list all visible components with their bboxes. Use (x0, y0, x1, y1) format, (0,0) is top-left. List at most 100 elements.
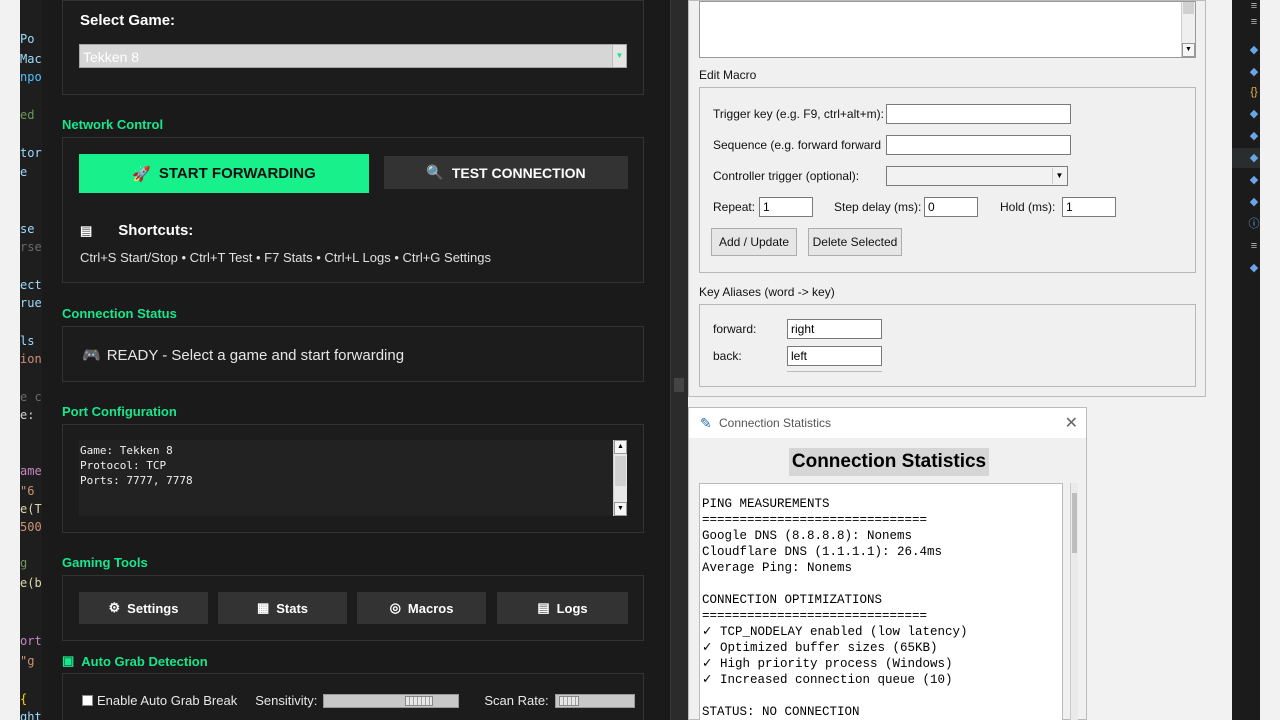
document-icon: ▤ (537, 600, 550, 615)
code-fragment: g (20, 556, 28, 570)
macro-editor-window: ▼ Edit Macro Trigger key (e.g. F9, ctrl+… (688, 0, 1206, 397)
port-config-textbox[interactable]: Game: Tekken 8 Protocol: TCP Ports: 7777… (79, 440, 627, 516)
sensitivity-slider[interactable] (323, 693, 460, 708)
test-connection-button[interactable]: 🔍 TEST CONNECTION (384, 156, 628, 189)
lines-icon: ≡ (1250, 240, 1258, 252)
alias-word-label: back: (713, 349, 742, 363)
rocket-icon: 🚀 (132, 165, 151, 183)
macros-label: Macros (407, 600, 454, 616)
code-fragment: ls (20, 334, 35, 348)
background-editor-right: ≡ ≡ ◆ ◆ {} ◆ ◆ ◆ ◆ ◆ ⓘ ≡ ◆ (1232, 0, 1260, 720)
alias-key-input[interactable]: left (787, 346, 882, 366)
stats-titlebar[interactable]: ✎ Connection Statistics ✕ (689, 408, 1086, 438)
add-update-button[interactable]: Add / Update (711, 228, 797, 256)
sensitivity-slider-knob[interactable] (405, 695, 434, 706)
controller-trigger-select[interactable]: ▼ (886, 166, 1068, 186)
separator-grip[interactable] (674, 378, 684, 392)
alias-word-label: forward: (713, 322, 757, 336)
pane-separator[interactable] (670, 0, 688, 720)
logs-label: Logs (556, 600, 588, 616)
scroll-down-icon[interactable]: ▼ (1182, 43, 1195, 57)
sequence-label: Sequence (e.g. forward forward (713, 138, 882, 152)
lines-icon: ≡ (1250, 0, 1258, 12)
step-delay-label: Step delay (ms): (834, 200, 922, 214)
port-config-scrollbar[interactable]: ▲ ▼ (613, 440, 627, 516)
scroll-thumb[interactable] (615, 456, 626, 486)
enable-auto-grab-checkbox[interactable] (82, 695, 93, 706)
shortcuts-heading: ▤ Shortcuts: (80, 222, 193, 239)
code-fragment: { (20, 692, 28, 706)
settings-button[interactable]: ⚙ Settings (79, 592, 208, 624)
selected-game-value: Tekken 8 (83, 49, 140, 65)
scroll-up-icon[interactable]: ▲ (614, 440, 627, 454)
hold-input[interactable]: 1 (1062, 197, 1116, 217)
scan-rate-slider-knob[interactable] (558, 695, 579, 706)
step-delay-input[interactable]: 0 (924, 197, 978, 217)
puzzle-icon: ◆ (1249, 130, 1259, 142)
chevron-down-icon[interactable]: ▼ (1052, 168, 1066, 184)
port-forwarder-app: Select Game: Tekken 8 ▼ Network Control … (42, 0, 670, 720)
network-control-title: Network Control (62, 117, 164, 132)
test-connection-label: TEST CONNECTION (451, 164, 586, 181)
code-fragment: se (20, 222, 35, 236)
delete-selected-button[interactable]: Delete Selected (808, 228, 902, 256)
controller-trigger-label: Controller trigger (optional): (713, 169, 860, 183)
scan-rate-label: Scan Rate: (484, 693, 549, 708)
code-fragment: e(b (20, 576, 42, 590)
code-fragment: rse (20, 240, 42, 254)
gaming-tools-title: Gaming Tools (62, 555, 148, 570)
alias-divider (787, 371, 882, 372)
code-fragment: e: (20, 408, 35, 422)
grab-icon: ▣ (62, 653, 75, 668)
code-fragment: ect (20, 278, 42, 292)
trigger-key-input[interactable] (886, 104, 1071, 124)
repeat-label: Repeat: (713, 200, 756, 214)
game-combobox[interactable]: Tekken 8 ▼ (79, 44, 627, 68)
edit-macro-label: Edit Macro (699, 68, 757, 82)
gamepad-icon: 🎮 (82, 347, 101, 364)
status-line: 🎮 READY - Select a game and start forwar… (82, 346, 404, 365)
scroll-thumb[interactable] (1072, 493, 1077, 553)
settings-label: Settings (127, 600, 179, 616)
port-configuration-title: Port Configuration (62, 404, 177, 419)
puzzle-icon: ◆ (1249, 196, 1259, 208)
select-game-label: Select Game: (80, 12, 176, 29)
repeat-input[interactable]: 1 (759, 197, 813, 217)
auto-grab-heading: ▣ Auto Grab Detection (62, 653, 208, 669)
enable-auto-grab-label: Enable Auto Grab Break (97, 693, 238, 708)
sensitivity-label: Sensitivity: (255, 693, 318, 708)
code-fragment: "g (20, 654, 35, 668)
code-fragment: rue (20, 296, 42, 310)
logs-button[interactable]: ▤ Logs (497, 592, 628, 624)
scan-rate-slider[interactable] (554, 693, 635, 708)
stats-textbox[interactable]: PING MEASUREMENTS ======================… (699, 483, 1063, 720)
hold-label: Hold (ms): (1000, 200, 1056, 214)
code-fragment: ed (20, 108, 35, 122)
stats-button[interactable]: ▦ Stats (218, 592, 347, 624)
start-forwarding-button[interactable]: 🚀 START FORWARDING (79, 154, 369, 193)
code-fragment: Mac (20, 52, 42, 66)
lines-icon: ≡ (1250, 16, 1258, 28)
code-fragment: tor (20, 146, 42, 160)
sequence-input[interactable] (886, 135, 1071, 155)
start-forwarding-label: START FORWARDING (158, 165, 316, 182)
macro-listbox[interactable]: ▼ (699, 1, 1196, 58)
port-config-text: Game: Tekken 8 Protocol: TCP Ports: 7777… (80, 444, 193, 487)
code-fragment: Po (20, 32, 35, 46)
alias-key-input[interactable]: right (787, 319, 882, 339)
scroll-down-icon[interactable]: ▼ (614, 502, 627, 516)
close-icon[interactable]: ✕ (1065, 413, 1078, 433)
key-aliases-group (699, 304, 1196, 387)
macro-list-scrollbar[interactable]: ▼ (1181, 2, 1195, 57)
code-fragment: ort (20, 634, 42, 648)
trigger-key-label: Trigger key (e.g. F9, ctrl+alt+m): (713, 107, 884, 121)
code-fragment: "6 (20, 484, 35, 498)
chart-icon: ▦ (256, 600, 270, 615)
info-icon: ⓘ (1248, 218, 1260, 230)
chevron-down-icon[interactable]: ▼ (612, 45, 626, 67)
code-fragment: ght (20, 710, 42, 720)
connection-status-title: Connection Status (62, 306, 177, 321)
scroll-thumb[interactable] (1183, 2, 1194, 14)
macros-button[interactable]: ◎ Macros (357, 592, 486, 624)
stats-scrollbar[interactable] (1070, 483, 1078, 720)
